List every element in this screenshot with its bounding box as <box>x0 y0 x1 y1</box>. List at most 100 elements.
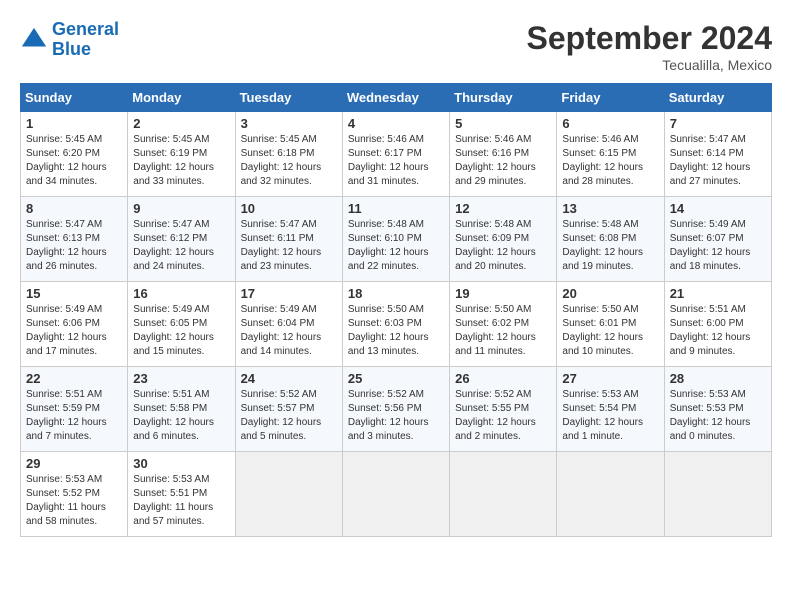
day-cell: 3Sunrise: 5:45 AM Sunset: 6:18 PM Daylig… <box>235 112 342 197</box>
day-number: 22 <box>26 371 122 386</box>
day-cell: 13Sunrise: 5:48 AM Sunset: 6:08 PM Dayli… <box>557 197 664 282</box>
day-cell: 21 Sunrise: 5:51 AM Sunset: 6:00 PM Dayli… <box>664 282 771 367</box>
day-cell: 4 Sunrise: 5:46 AM Sunset: 6:17 PM Daylig… <box>342 112 449 197</box>
day-cell: 9Sunrise: 5:47 AM Sunset: 6:12 PM Daylig… <box>128 197 235 282</box>
page-header: GeneralBlue September 2024 Tecualilla, M… <box>20 20 772 73</box>
day-cell <box>235 452 342 537</box>
day-info: Sunrise: 5:47 AM Sunset: 6:13 PM Dayligh… <box>26 218 122 274</box>
day-cell: 15 Sunrise: 5:49 AM Sunset: 6:06 PM Dayli… <box>21 282 128 367</box>
col-header-wednesday: Wednesday <box>342 84 449 112</box>
col-header-saturday: Saturday <box>664 84 771 112</box>
day-cell: 19Sunrise: 5:50 AM Sunset: 6:02 PM Dayli… <box>450 282 557 367</box>
day-info: Sunrise: 5:50 AM Sunset: 6:02 PM Dayligh… <box>455 303 551 359</box>
day-number: 3 <box>241 116 337 131</box>
day-number: 9 <box>133 201 229 216</box>
title-block: September 2024 Tecualilla, Mexico <box>527 20 772 73</box>
calendar-header: SundayMondayTuesdayWednesdayThursdayFrid… <box>21 84 772 112</box>
col-header-sunday: Sunday <box>21 84 128 112</box>
day-number: 10 <box>241 201 337 216</box>
week-row-2: 8 Sunrise: 5:47 AM Sunset: 6:13 PM Daylig… <box>21 197 772 282</box>
day-cell: 23 Sunrise: 5:51 AM Sunset: 5:58 PM Dayli… <box>128 367 235 452</box>
day-cell: 24Sunrise: 5:52 AM Sunset: 5:57 PM Dayli… <box>235 367 342 452</box>
day-cell: 28Sunrise: 5:53 AM Sunset: 5:53 PM Dayli… <box>664 367 771 452</box>
day-info: Sunrise: 5:46 AM Sunset: 6:15 PM Dayligh… <box>562 133 658 189</box>
day-info: Sunrise: 5:52 AM Sunset: 5:55 PM Dayligh… <box>455 388 551 444</box>
day-info: Sunrise: 5:53 AM Sunset: 5:51 PM Dayligh… <box>133 473 229 529</box>
day-number: 8 <box>26 201 122 216</box>
day-info: Sunrise: 5:49 AM Sunset: 6:06 PM Dayligh… <box>26 303 122 359</box>
week-row-4: 22Sunrise: 5:51 AM Sunset: 5:59 PM Dayli… <box>21 367 772 452</box>
day-number: 11 <box>348 201 444 216</box>
day-number: 14 <box>670 201 766 216</box>
day-info: Sunrise: 5:50 AM Sunset: 6:01 PM Dayligh… <box>562 303 658 359</box>
day-number: 13 <box>562 201 658 216</box>
day-info: Sunrise: 5:52 AM Sunset: 5:57 PM Dayligh… <box>241 388 337 444</box>
day-cell <box>557 452 664 537</box>
day-cell <box>450 452 557 537</box>
day-cell: 29 Sunrise: 5:53 AM Sunset: 5:52 PM Dayli… <box>21 452 128 537</box>
day-info: Sunrise: 5:46 AM Sunset: 6:17 PM Dayligh… <box>348 133 444 189</box>
day-number: 25 <box>348 371 444 386</box>
day-number: 18 <box>348 286 444 301</box>
day-cell: 14 Sunrise: 5:49 AM Sunset: 6:07 PM Dayli… <box>664 197 771 282</box>
week-row-3: 15 Sunrise: 5:49 AM Sunset: 6:06 PM Dayli… <box>21 282 772 367</box>
day-cell: 22Sunrise: 5:51 AM Sunset: 5:59 PM Dayli… <box>21 367 128 452</box>
day-number: 21 <box>670 286 766 301</box>
day-info: Sunrise: 5:53 AM Sunset: 5:52 PM Dayligh… <box>26 473 122 529</box>
day-cell: 7 Sunrise: 5:47 AM Sunset: 6:14 PM Daylig… <box>664 112 771 197</box>
day-cell: 6 Sunrise: 5:46 AM Sunset: 6:15 PM Daylig… <box>557 112 664 197</box>
day-info: Sunrise: 5:48 AM Sunset: 6:10 PM Dayligh… <box>348 218 444 274</box>
calendar-body: 1 Sunrise: 5:45 AM Sunset: 6:20 PM Daylig… <box>21 112 772 537</box>
col-header-tuesday: Tuesday <box>235 84 342 112</box>
day-number: 6 <box>562 116 658 131</box>
day-cell: 30 Sunrise: 5:53 AM Sunset: 5:51 PM Dayli… <box>128 452 235 537</box>
day-number: 30 <box>133 456 229 471</box>
day-info: Sunrise: 5:49 AM Sunset: 6:05 PM Dayligh… <box>133 303 229 359</box>
day-info: Sunrise: 5:49 AM Sunset: 6:07 PM Dayligh… <box>670 218 766 274</box>
day-info: Sunrise: 5:51 AM Sunset: 6:00 PM Dayligh… <box>670 303 766 359</box>
day-number: 7 <box>670 116 766 131</box>
day-info: Sunrise: 5:45 AM Sunset: 6:20 PM Dayligh… <box>26 133 122 189</box>
day-cell: 1 Sunrise: 5:45 AM Sunset: 6:20 PM Daylig… <box>21 112 128 197</box>
day-cell: 17 Sunrise: 5:49 AM Sunset: 6:04 PM Dayli… <box>235 282 342 367</box>
col-header-thursday: Thursday <box>450 84 557 112</box>
day-number: 4 <box>348 116 444 131</box>
day-cell: 2 Sunrise: 5:45 AM Sunset: 6:19 PM Daylig… <box>128 112 235 197</box>
day-number: 29 <box>26 456 122 471</box>
day-number: 1 <box>26 116 122 131</box>
day-cell: 16Sunrise: 5:49 AM Sunset: 6:05 PM Dayli… <box>128 282 235 367</box>
header-row: SundayMondayTuesdayWednesdayThursdayFrid… <box>21 84 772 112</box>
day-info: Sunrise: 5:49 AM Sunset: 6:04 PM Dayligh… <box>241 303 337 359</box>
day-cell: 27Sunrise: 5:53 AM Sunset: 5:54 PM Dayli… <box>557 367 664 452</box>
day-number: 12 <box>455 201 551 216</box>
col-header-monday: Monday <box>128 84 235 112</box>
logo-icon <box>20 26 48 54</box>
day-number: 23 <box>133 371 229 386</box>
month-title: September 2024 <box>527 20 772 57</box>
logo-text: GeneralBlue <box>52 20 119 60</box>
day-cell: 10Sunrise: 5:47 AM Sunset: 6:11 PM Dayli… <box>235 197 342 282</box>
day-number: 26 <box>455 371 551 386</box>
day-cell: 18Sunrise: 5:50 AM Sunset: 6:03 PM Dayli… <box>342 282 449 367</box>
day-number: 2 <box>133 116 229 131</box>
calendar-table: SundayMondayTuesdayWednesdayThursdayFrid… <box>20 83 772 537</box>
logo: GeneralBlue <box>20 20 119 60</box>
day-info: Sunrise: 5:47 AM Sunset: 6:14 PM Dayligh… <box>670 133 766 189</box>
day-cell: 20Sunrise: 5:50 AM Sunset: 6:01 PM Dayli… <box>557 282 664 367</box>
day-number: 15 <box>26 286 122 301</box>
day-info: Sunrise: 5:53 AM Sunset: 5:54 PM Dayligh… <box>562 388 658 444</box>
day-info: Sunrise: 5:52 AM Sunset: 5:56 PM Dayligh… <box>348 388 444 444</box>
day-cell <box>664 452 771 537</box>
day-info: Sunrise: 5:46 AM Sunset: 6:16 PM Dayligh… <box>455 133 551 189</box>
col-header-friday: Friday <box>557 84 664 112</box>
week-row-1: 1 Sunrise: 5:45 AM Sunset: 6:20 PM Daylig… <box>21 112 772 197</box>
day-info: Sunrise: 5:48 AM Sunset: 6:09 PM Dayligh… <box>455 218 551 274</box>
day-info: Sunrise: 5:45 AM Sunset: 6:19 PM Dayligh… <box>133 133 229 189</box>
day-info: Sunrise: 5:51 AM Sunset: 5:58 PM Dayligh… <box>133 388 229 444</box>
day-cell: 5 Sunrise: 5:46 AM Sunset: 6:16 PM Daylig… <box>450 112 557 197</box>
day-number: 17 <box>241 286 337 301</box>
day-info: Sunrise: 5:53 AM Sunset: 5:53 PM Dayligh… <box>670 388 766 444</box>
day-cell: 26 Sunrise: 5:52 AM Sunset: 5:55 PM Dayli… <box>450 367 557 452</box>
day-cell: 8 Sunrise: 5:47 AM Sunset: 6:13 PM Daylig… <box>21 197 128 282</box>
day-number: 5 <box>455 116 551 131</box>
